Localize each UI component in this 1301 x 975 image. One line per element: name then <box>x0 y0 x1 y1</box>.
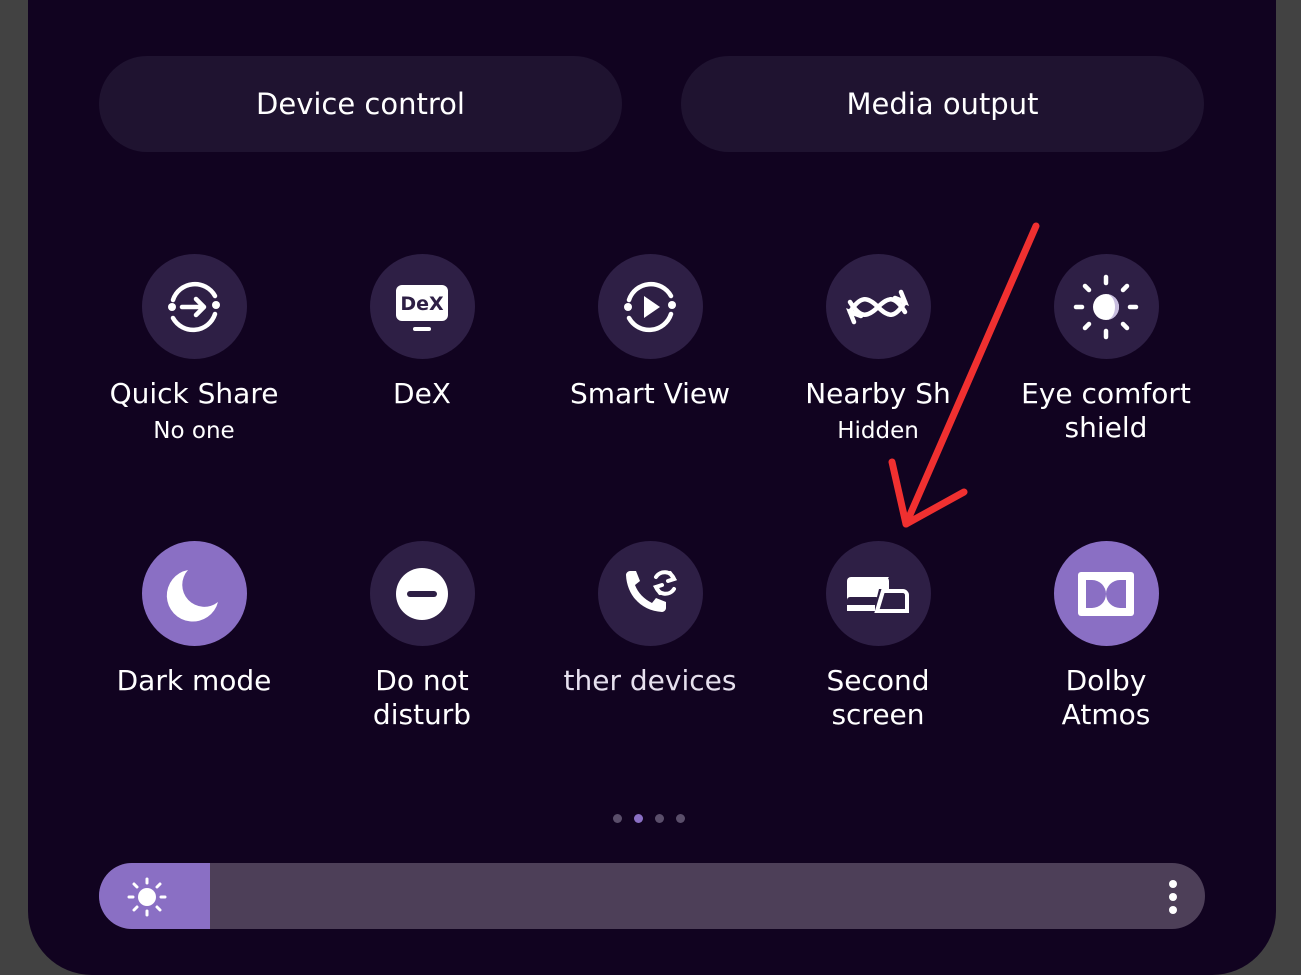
nearby-share-icon <box>846 289 910 324</box>
quick-share-icon <box>168 281 220 332</box>
tile-dark-mode: Dark mode <box>80 541 308 698</box>
call-other-devices-label: ther devices <box>563 664 737 697</box>
quick-share-status: No one <box>153 418 235 444</box>
tile-quick-share: Quick Share No one <box>80 254 308 445</box>
media-output-button[interactable]: Media output <box>681 56 1204 152</box>
dex-toggle[interactable]: DeX <box>369 254 475 359</box>
nearby-share-toggle[interactable] <box>825 254 931 359</box>
page-dot[interactable] <box>613 814 622 823</box>
do-not-disturb-label: Do not disturb <box>372 664 472 731</box>
eye-comfort-label: Eye comfort shield <box>1021 377 1191 444</box>
call-sync-icon <box>626 569 678 612</box>
nearby-share-label: Nearby Sh <box>805 377 951 410</box>
do-not-disturb-icon <box>396 567 448 620</box>
tile-dolby-atmos: Dolby Atmos <box>992 541 1220 732</box>
dolby-icon <box>1078 571 1134 616</box>
dex-icon: DeX <box>396 284 448 331</box>
tile-do-not-disturb: Do not disturb <box>308 541 536 732</box>
tile-nearby-share: Nearby Sh Hidden <box>764 254 992 445</box>
smart-view-toggle[interactable] <box>597 254 703 359</box>
second-screen-label: Second screen <box>826 664 930 731</box>
tile-eye-comfort: Eye comfort shield <box>992 254 1220 445</box>
dex-icon-text: DeX <box>400 293 444 315</box>
quick-share-label: Quick Share <box>109 377 279 410</box>
eye-comfort-icon <box>1073 274 1139 339</box>
tile-second-screen: Second screen <box>764 541 992 732</box>
second-screen-toggle[interactable] <box>825 541 931 646</box>
tile-dex: DeX DeX <box>308 254 536 411</box>
dolby-atmos-toggle[interactable] <box>1053 541 1159 646</box>
eye-comfort-toggle[interactable] <box>1053 254 1159 359</box>
page-dot[interactable] <box>655 814 664 823</box>
do-not-disturb-toggle[interactable] <box>369 541 475 646</box>
nearby-share-status: Hidden <box>837 418 919 444</box>
dolby-atmos-label: Dolby Atmos <box>1061 664 1151 731</box>
sun-icon <box>127 877 167 917</box>
page-dot[interactable] <box>676 814 685 823</box>
moon-icon <box>166 569 218 622</box>
smart-view-icon <box>624 281 676 332</box>
more-options-icon[interactable] <box>1167 879 1179 915</box>
device-control-button[interactable]: Device control <box>99 56 622 152</box>
dark-mode-label: Dark mode <box>116 664 272 697</box>
dark-mode-toggle[interactable] <box>141 541 247 646</box>
second-screen-icon <box>847 576 909 613</box>
page-dot-active[interactable] <box>634 814 643 823</box>
tile-smart-view: Smart View <box>536 254 764 411</box>
quick-panel: Device control Media output Quick Share … <box>28 0 1276 975</box>
smart-view-label: Smart View <box>569 377 731 410</box>
tile-call-other-devices: ther devices <box>536 541 764 698</box>
quick-share-toggle[interactable] <box>141 254 247 359</box>
page-indicator <box>613 814 685 823</box>
call-other-devices-toggle[interactable] <box>597 541 703 646</box>
dex-label: DeX <box>393 377 451 410</box>
brightness-slider[interactable] <box>99 863 1205 929</box>
